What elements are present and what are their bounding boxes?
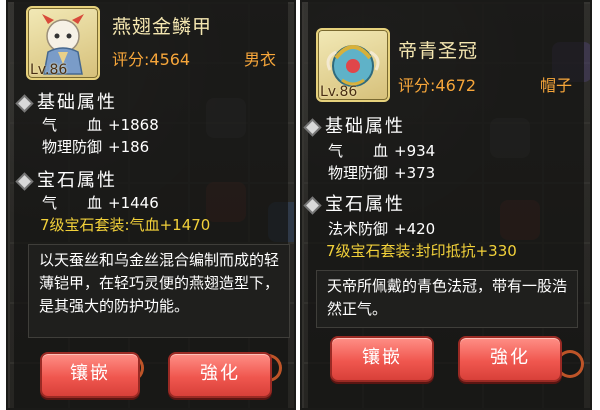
item-name: 帝青圣冠 — [398, 40, 479, 62]
item-description: 以天蚕丝和乌金丝混合编制而成的轻薄铠甲，在轻巧灵便的燕翅造型下，是其强大的防护功… — [28, 244, 290, 338]
basic-attributes-title: 基础属性 — [18, 88, 117, 114]
item-level: Lv.86 — [320, 84, 358, 100]
stat-name: 气 血 — [42, 194, 103, 212]
item-icon: Lv.86 — [26, 6, 100, 80]
gem-attributes-title: 宝石属性 — [306, 190, 405, 216]
diamond-bullet-icon — [306, 120, 319, 134]
left-item-tooltip: Lv.86 燕翅金鳞甲 评分:4564 男衣 基础属性 气 血 +1868 物理防… — [6, 0, 296, 410]
gem-attributes-title: 宝石属性 — [18, 166, 117, 192]
stat-row: 气 血 +1446 — [42, 192, 159, 213]
item-description: 天帝所佩戴的青色法冠，带有一股浩然正气。 — [316, 270, 578, 328]
stat-name: 物理防御 — [42, 138, 103, 156]
basic-attributes-label: 基础属性 — [325, 116, 405, 137]
gem-set-bonus: 7级宝石套装:封印抵抗+330 — [326, 242, 517, 260]
diamond-bullet-icon — [306, 198, 319, 212]
inlay-button[interactable]: 镶嵌 — [330, 336, 434, 382]
diamond-bullet-icon — [18, 96, 31, 110]
stat-row: 物理防御 +186 — [42, 136, 149, 157]
diamond-bullet-icon — [18, 174, 31, 188]
item-icon: Lv.86 — [316, 28, 390, 102]
item-score: 评分:4672 — [398, 76, 477, 95]
gem-attributes-label: 宝石属性 — [37, 170, 117, 191]
stat-value: +934 — [394, 142, 436, 160]
basic-attributes-label: 基础属性 — [37, 92, 117, 113]
stat-name: 物理防御 — [328, 164, 389, 182]
stat-value: +420 — [394, 220, 436, 238]
item-score: 评分:4564 — [112, 50, 191, 69]
item-name: 燕翅金鳞甲 — [112, 16, 213, 38]
stat-value: +1868 — [108, 116, 159, 134]
stat-name: 气 血 — [42, 116, 103, 134]
stat-value: +1446 — [108, 194, 159, 212]
stat-row: 气 血 +934 — [328, 140, 435, 161]
item-slot-type: 男衣 — [244, 50, 277, 69]
stat-value: +373 — [394, 164, 436, 182]
right-item-tooltip: Lv.86 帝青圣冠 评分:4672 帽子 基础属性 气 血 +934 物理防御 +… — [300, 0, 592, 410]
stat-row: 法术防御 +420 — [328, 218, 435, 239]
inlay-button[interactable]: 镶嵌 — [40, 352, 140, 398]
enhance-button[interactable]: 強化 — [458, 336, 562, 382]
stat-value: +186 — [108, 138, 150, 156]
enhance-button[interactable]: 強化 — [168, 352, 272, 398]
basic-attributes-title: 基础属性 — [306, 112, 405, 138]
item-slot-type: 帽子 — [540, 76, 573, 95]
stat-name: 法术防御 — [328, 220, 389, 238]
stat-row: 物理防御 +373 — [328, 162, 435, 183]
stat-row: 气 血 +1868 — [42, 114, 159, 135]
item-level: Lv.86 — [30, 62, 68, 78]
gem-set-bonus: 7级宝石套装:气血+1470 — [40, 216, 211, 234]
stat-name: 气 血 — [328, 142, 389, 160]
gem-attributes-label: 宝石属性 — [325, 194, 405, 215]
